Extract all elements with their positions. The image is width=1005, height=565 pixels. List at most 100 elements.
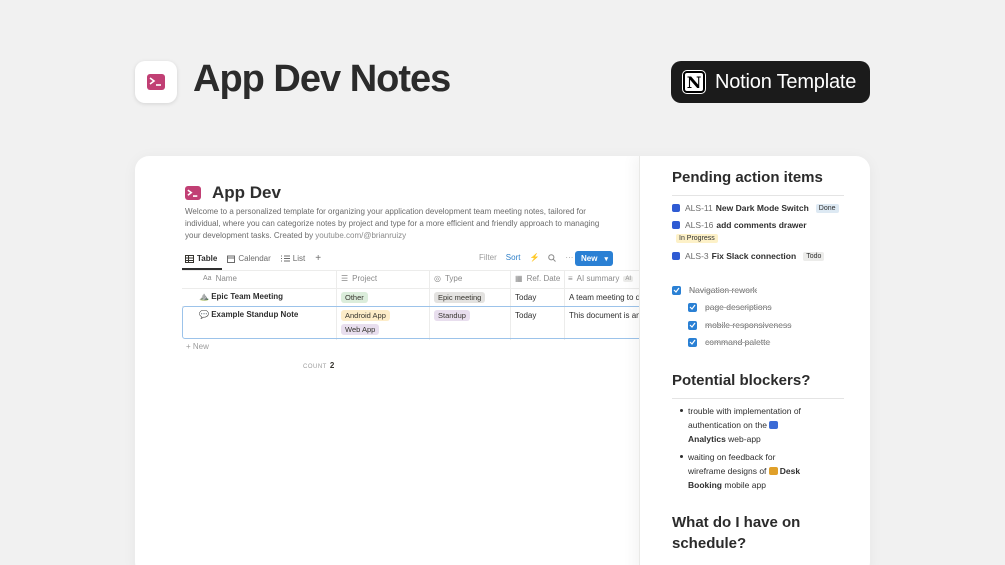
jira-issue-icon xyxy=(672,204,680,212)
action-item[interactable]: ALS-3 Fix Slack connection Todo xyxy=(672,251,825,261)
table-icon xyxy=(185,254,194,263)
column-label: Name xyxy=(215,274,237,283)
ai-summary-cell[interactable]: A team meeting to d xyxy=(569,293,639,302)
type-cell[interactable]: Standup xyxy=(434,310,470,321)
column-header-type[interactable]: ◎ Type xyxy=(434,274,462,283)
filter-button[interactable]: Filter xyxy=(479,253,497,262)
select-icon: ◎ xyxy=(434,274,441,283)
count-label: COUNT xyxy=(303,364,327,370)
app-page-icon xyxy=(769,421,779,429)
tab-calendar[interactable]: Calendar xyxy=(227,254,271,263)
checklist-label: mobile responsiveness xyxy=(705,320,792,330)
action-item[interactable]: ALS-16 add comments drawer xyxy=(672,220,807,230)
chevron-down-icon[interactable]: ▾ xyxy=(604,255,608,263)
count-value: 2 xyxy=(329,361,335,370)
terminal-icon xyxy=(147,74,165,90)
checkbox-checked-icon[interactable] xyxy=(688,302,697,312)
add-row-label: New xyxy=(192,342,209,351)
checklist-item[interactable]: page descriptions xyxy=(688,302,772,312)
project-tag: Android App xyxy=(341,310,390,321)
checklist-label: page descriptions xyxy=(705,302,772,312)
add-view-button[interactable]: + xyxy=(315,253,321,264)
text-property-icon: Aa xyxy=(203,275,212,282)
action-item[interactable]: ALS-11 New Dark Mode Switch Done xyxy=(672,203,839,213)
type-tag: Standup xyxy=(434,310,470,321)
view-tabs: Table Calendar List + xyxy=(185,253,321,264)
calendar-icon xyxy=(227,255,236,263)
notion-page-card: App Dev Welcome to a personalized templa… xyxy=(135,156,870,565)
mountain-icon: ⛰️ xyxy=(199,292,209,301)
date-cell[interactable]: Today xyxy=(515,293,536,302)
search-icon[interactable] xyxy=(548,253,557,262)
jira-issue-icon xyxy=(672,252,680,260)
badge-label: Notion Template xyxy=(715,70,857,93)
issue-title: add comments drawer xyxy=(716,220,807,230)
automation-bolt-icon[interactable]: ⚡ xyxy=(529,253,539,262)
action-status-row: In Progress xyxy=(676,234,718,243)
add-row-button[interactable]: + New xyxy=(186,342,209,351)
hero-title: App Dev Notes xyxy=(193,58,451,100)
pending-heading: Pending action items xyxy=(672,169,823,186)
divider xyxy=(182,288,639,289)
checklist-item[interactable]: mobile responsiveness xyxy=(688,320,791,330)
project-cell[interactable]: Other xyxy=(341,292,368,303)
project-cell[interactable]: Android App Web App xyxy=(341,310,390,335)
app-page-icon xyxy=(768,467,778,475)
table-row[interactable]: ⛰️ Epic Team Meeting xyxy=(199,292,283,301)
status-badge: In Progress xyxy=(676,234,718,243)
column-label: AI summary xyxy=(576,274,620,283)
column-header-name[interactable]: Aa Name xyxy=(203,274,237,283)
date-cell[interactable]: Today xyxy=(515,311,536,320)
type-tag: Epic meeting xyxy=(434,292,486,303)
checkbox-checked-icon[interactable] xyxy=(688,337,697,347)
schedule-heading: What do I have on schedule? xyxy=(672,514,801,552)
speech-bubble-icon: 💬 xyxy=(199,310,209,319)
status-badge: Done xyxy=(815,203,839,213)
page-title: App Dev xyxy=(212,183,281,202)
notion-template-badge[interactable]: N Notion Template xyxy=(671,61,870,103)
column-header-ai-summary[interactable]: ≡ AI summary AI xyxy=(568,274,634,283)
tab-table[interactable]: Table xyxy=(185,254,217,263)
app-dev-icon xyxy=(135,61,177,103)
blocker-text: web-app xyxy=(728,434,761,444)
column-label: Type xyxy=(444,274,463,283)
database-panel: App Dev Welcome to a personalized templa… xyxy=(135,156,639,565)
new-button[interactable]: New ▾ xyxy=(575,251,613,266)
date-icon: ▦ xyxy=(515,274,523,283)
blockers-heading: Potential blockers? xyxy=(672,372,811,389)
checklist-item[interactable]: command palette xyxy=(688,337,770,347)
ai-summary-cell[interactable]: This document is an xyxy=(569,311,639,320)
column-label: Project xyxy=(352,274,378,283)
tab-label: Calendar xyxy=(238,254,271,263)
jira-issue-icon xyxy=(672,221,680,229)
checkbox-checked-icon[interactable] xyxy=(688,320,697,330)
list-item: trouble with implementation of authentic… xyxy=(680,404,810,446)
list-item: waiting on feedback for wireframe design… xyxy=(680,450,810,492)
divider xyxy=(672,398,844,399)
row-title: Epic Team Meeting xyxy=(211,292,284,301)
sort-button[interactable]: Sort xyxy=(506,253,521,262)
checklist-label: command palette xyxy=(705,337,771,347)
column-header-ref-date[interactable]: ▦ Ref. Date xyxy=(515,274,560,283)
page-description: Welcome to a personalized template for o… xyxy=(185,206,605,242)
blockers-list: trouble with implementation of authentic… xyxy=(680,404,810,496)
page-mention[interactable]: Analytics xyxy=(688,434,726,444)
type-cell[interactable]: Epic meeting xyxy=(434,292,486,303)
column-label: Ref. Date xyxy=(526,274,561,283)
tab-list[interactable]: List xyxy=(280,254,306,263)
column-header-project[interactable]: ☰ Project xyxy=(341,274,377,283)
issue-key: ALS-11 xyxy=(685,203,713,213)
blocker-text: waiting on feedback for wireframe design… xyxy=(688,452,776,476)
table-row[interactable]: 💬 Example Standup Note xyxy=(199,310,298,319)
youtube-link[interactable]: youtube.com/@brianruizy xyxy=(315,231,406,240)
divider xyxy=(672,195,844,196)
project-tag: Other xyxy=(341,292,368,303)
new-button-label: New xyxy=(581,254,598,263)
issue-key: ALS-16 xyxy=(685,220,714,230)
checkbox-checked-icon[interactable] xyxy=(672,285,681,295)
more-options-icon[interactable]: ··· xyxy=(565,253,573,262)
project-tag: Web App xyxy=(341,324,380,335)
tab-label: List xyxy=(292,254,306,263)
checklist-item[interactable]: Navigation rework xyxy=(672,285,757,295)
checklist-label: Navigation rework xyxy=(689,285,758,295)
